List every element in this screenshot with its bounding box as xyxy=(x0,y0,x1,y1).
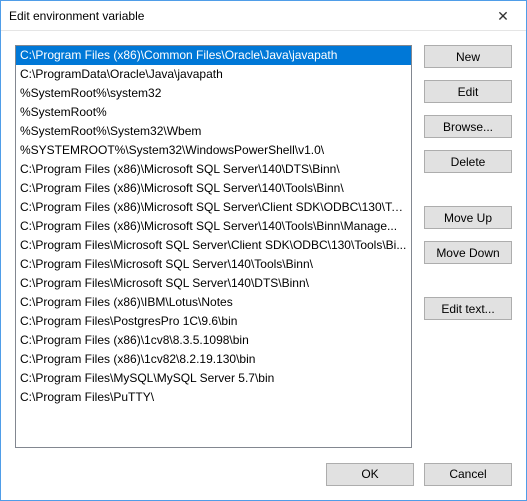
browse-button[interactable]: Browse... xyxy=(424,115,512,138)
dialog-footer: OK Cancel xyxy=(1,448,526,500)
move-down-button[interactable]: Move Down xyxy=(424,241,512,264)
edit-text-button[interactable]: Edit text... xyxy=(424,297,512,320)
path-list-item[interactable]: C:\Program Files (x86)\1cv8\8.3.5.1098\b… xyxy=(16,331,411,350)
path-list-item[interactable]: %SystemRoot% xyxy=(16,103,411,122)
ok-button[interactable]: OK xyxy=(326,463,414,486)
path-list-item[interactable]: %SystemRoot%\system32 xyxy=(16,84,411,103)
close-button[interactable]: ✕ xyxy=(480,1,526,31)
path-list-item[interactable]: C:\Program Files (x86)\Microsoft SQL Ser… xyxy=(16,198,411,217)
path-listbox[interactable]: C:\Program Files (x86)\Common Files\Orac… xyxy=(15,45,412,448)
path-list-item[interactable]: C:\Program Files\Microsoft SQL Server\Cl… xyxy=(16,236,411,255)
dialog-body: C:\Program Files (x86)\Common Files\Orac… xyxy=(1,31,526,448)
path-list-item[interactable]: C:\Program Files\PuTTY\ xyxy=(16,388,411,407)
path-list-item[interactable]: C:\Program Files (x86)\1cv82\8.2.19.130\… xyxy=(16,350,411,369)
path-list-item[interactable]: C:\Program Files\PostgresPro 1C\9.6\bin xyxy=(16,312,411,331)
path-list-item[interactable]: C:\Program Files (x86)\Microsoft SQL Ser… xyxy=(16,160,411,179)
close-icon: ✕ xyxy=(497,9,509,23)
delete-button[interactable]: Delete xyxy=(424,150,512,173)
path-list-item[interactable]: C:\Program Files\MySQL\MySQL Server 5.7\… xyxy=(16,369,411,388)
path-list-item[interactable]: C:\Program Files (x86)\IBM\Lotus\Notes xyxy=(16,293,411,312)
path-list-item[interactable]: %SystemRoot%\System32\Wbem xyxy=(16,122,411,141)
button-sidebar: New Edit Browse... Delete Move Up Move D… xyxy=(424,45,512,448)
path-list-item[interactable]: C:\Program Files\Microsoft SQL Server\14… xyxy=(16,274,411,293)
cancel-button[interactable]: Cancel xyxy=(424,463,512,486)
new-button[interactable]: New xyxy=(424,45,512,68)
titlebar: Edit environment variable ✕ xyxy=(1,1,526,31)
window-title: Edit environment variable xyxy=(9,9,480,23)
dialog-window: Edit environment variable ✕ C:\Program F… xyxy=(0,0,527,501)
path-list-item[interactable]: C:\ProgramData\Oracle\Java\javapath xyxy=(16,65,411,84)
path-list-item[interactable]: C:\Program Files\Microsoft SQL Server\14… xyxy=(16,255,411,274)
edit-button[interactable]: Edit xyxy=(424,80,512,103)
path-list-item[interactable]: %SYSTEMROOT%\System32\WindowsPowerShell\… xyxy=(16,141,411,160)
path-list-item[interactable]: C:\Program Files (x86)\Microsoft SQL Ser… xyxy=(16,179,411,198)
move-up-button[interactable]: Move Up xyxy=(424,206,512,229)
path-list-item[interactable]: C:\Program Files (x86)\Microsoft SQL Ser… xyxy=(16,217,411,236)
path-list-item[interactable]: C:\Program Files (x86)\Common Files\Orac… xyxy=(16,46,411,65)
